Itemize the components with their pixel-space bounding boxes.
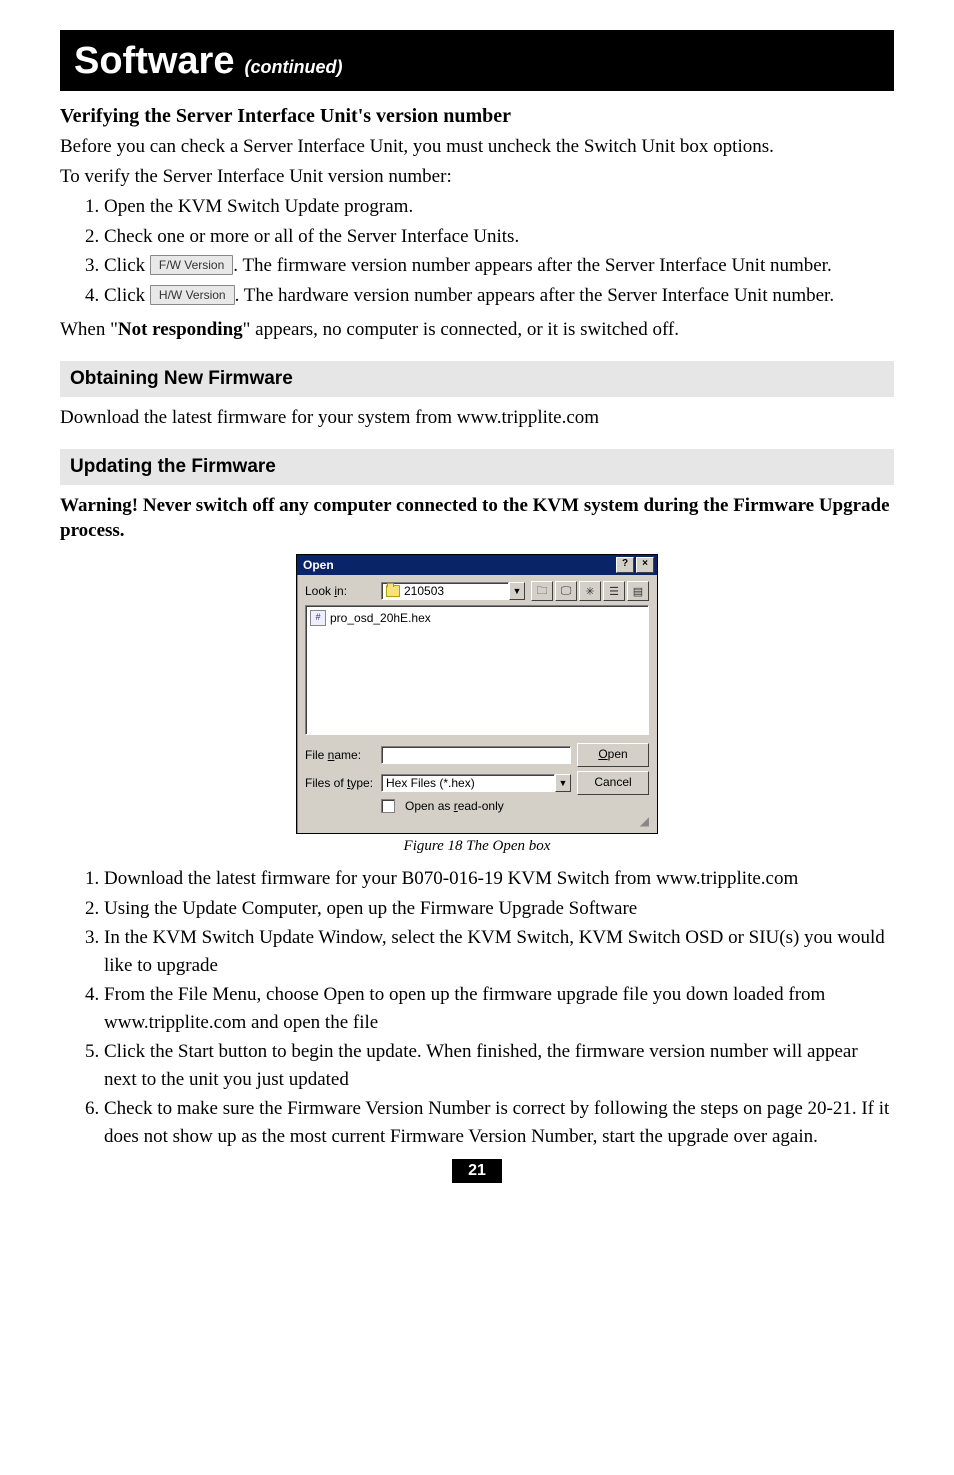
verify-step-4b: . The hardware version number appears af… (235, 285, 834, 306)
update-step-4: From the File Menu, choose Open to open … (104, 981, 894, 1036)
details-view-icon[interactable]: ▤ (627, 581, 649, 601)
section-title-bar: Software (continued) (60, 30, 894, 91)
figure-caption: Figure 18 The Open box (60, 838, 894, 855)
update-step-1: Download the latest firmware for your B0… (104, 865, 894, 893)
verify-heading: Verifying the Server Interface Unit's ve… (60, 105, 894, 128)
readonly-checkbox[interactable] (381, 799, 395, 813)
new-folder-icon[interactable]: ✳ (579, 581, 601, 601)
verify-p3a: When " (60, 319, 118, 340)
verify-p3: When "Not responding" appears, no comput… (60, 317, 894, 343)
lookin-combo[interactable]: 210503 ▼ (381, 582, 525, 600)
update-step-3: In the KVM Switch Update Window, select … (104, 924, 894, 979)
title-main: Software (74, 40, 234, 83)
folder-icon (386, 585, 400, 597)
chevron-down-icon[interactable]: ▼ (555, 774, 571, 792)
open-button[interactable]: Open (577, 743, 649, 767)
verify-step-4: Click H/W Version. The hardware version … (104, 282, 894, 310)
update-steps: Download the latest firmware for your B0… (60, 865, 894, 1150)
close-button[interactable]: × (636, 557, 654, 573)
open-dialog-figure: Open ? × Look in: 210503 ▼ 🗀 🖵 ✳ (60, 554, 894, 834)
dialog-toolbar: 🗀 🖵 ✳ ☰ ▤ (531, 581, 649, 601)
file-item[interactable]: # pro_osd_20hE.hex (310, 610, 644, 626)
cancel-button[interactable]: Cancel (577, 771, 649, 795)
file-item-label: pro_osd_20hE.hex (330, 611, 431, 625)
readonly-label: Open as read-only (405, 799, 504, 813)
verify-step-4a: Click (104, 285, 150, 306)
page-number-badge: 21 (60, 1159, 894, 1183)
title-sub: (continued) (244, 57, 342, 78)
verify-p1: Before you can check a Server Interface … (60, 134, 894, 160)
open-dialog: Open ? × Look in: 210503 ▼ 🗀 🖵 ✳ (296, 554, 658, 834)
chevron-down-icon[interactable]: ▼ (509, 582, 525, 600)
lookin-value: 210503 (404, 584, 444, 598)
update-step-2: Using the Update Computer, open up the F… (104, 895, 894, 923)
filetype-label: Files of type: (305, 776, 375, 790)
page-number: 21 (452, 1159, 502, 1183)
section-update-warn: Warning! Never switch off any computer c… (60, 493, 894, 544)
filetype-combo[interactable]: Hex Files (*.hex) ▼ (381, 774, 571, 792)
section-obtain-heading: Obtaining New Firmware (60, 361, 894, 397)
up-one-level-icon[interactable]: 🗀 (531, 581, 553, 601)
file-icon: # (310, 610, 326, 626)
verify-step-3b: . The firmware version number appears af… (233, 255, 831, 276)
section-obtain-p1: Download the latest firmware for your sy… (60, 405, 894, 431)
file-list[interactable]: # pro_osd_20hE.hex (305, 605, 649, 735)
verify-step-2: Check one or more or all of the Server I… (104, 223, 894, 251)
open-dialog-title: Open (303, 558, 334, 572)
verify-step-1: Open the KVM Switch Update program. (104, 193, 894, 221)
verify-steps: Open the KVM Switch Update program. Chec… (60, 193, 894, 309)
hw-version-button[interactable]: H/W Version (150, 285, 235, 305)
desktop-icon[interactable]: 🖵 (555, 581, 577, 601)
open-dialog-titlebar: Open ? × (297, 555, 657, 575)
verify-p3b: Not responding (118, 319, 243, 340)
verify-p2: To verify the Server Interface Unit vers… (60, 164, 894, 190)
update-step-5: Click the Start button to begin the upda… (104, 1038, 894, 1093)
list-view-icon[interactable]: ☰ (603, 581, 625, 601)
verify-step-3: Click F/W Version. The firmware version … (104, 252, 894, 280)
section-update-heading: Updating the Firmware (60, 449, 894, 485)
filename-input[interactable] (381, 746, 571, 764)
filetype-value: Hex Files (*.hex) (386, 776, 475, 790)
lookin-label: Look in: (305, 584, 375, 598)
resize-grip-icon[interactable]: ◢ (305, 817, 649, 825)
verify-p3c: " appears, no computer is connected, or … (243, 319, 679, 340)
filename-label: File name: (305, 748, 375, 762)
verify-step-3a: Click (104, 255, 150, 276)
help-button[interactable]: ? (616, 557, 634, 573)
update-step-6: Check to make sure the Firmware Version … (104, 1095, 894, 1150)
fw-version-button[interactable]: F/W Version (150, 255, 233, 275)
